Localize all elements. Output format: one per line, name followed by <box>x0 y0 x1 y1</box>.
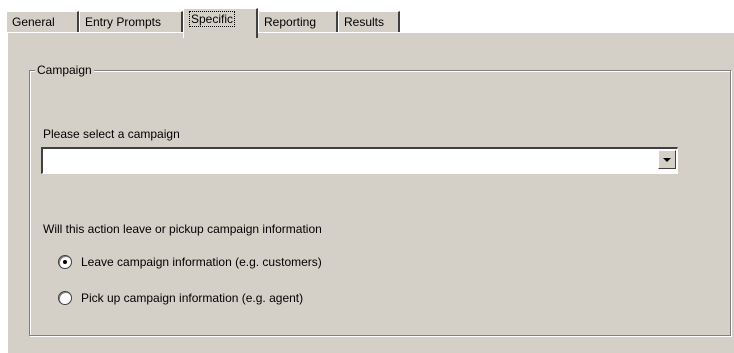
tab-specific[interactable]: Specific <box>183 8 258 38</box>
tab-page-specific: Campaign Please select a campaign Will t… <box>7 32 734 353</box>
tab-entry-prompts[interactable]: Entry Prompts <box>79 11 183 33</box>
radio-pickup-campaign-label[interactable]: Pick up campaign information (e.g. agent… <box>81 291 303 305</box>
campaign-dropdown-button[interactable] <box>658 150 676 169</box>
radio-pickup-campaign-button[interactable] <box>58 291 72 305</box>
tab-specific-label: Specific <box>189 11 236 27</box>
radio-leave-campaign[interactable]: Leave campaign information (e.g. custome… <box>58 253 322 271</box>
radio-leave-campaign-label[interactable]: Leave campaign information (e.g. custome… <box>81 255 322 269</box>
campaign-group-title: Campaign <box>35 63 94 77</box>
tab-general-label: General <box>12 15 55 29</box>
campaign-action-question: Will this action leave or pickup campaig… <box>43 222 322 236</box>
tab-reporting[interactable]: Reporting <box>258 11 338 33</box>
campaign-select[interactable] <box>41 147 678 174</box>
tab-general[interactable]: General <box>6 11 79 33</box>
radio-leave-campaign-button[interactable] <box>58 255 72 269</box>
radio-pickup-campaign[interactable]: Pick up campaign information (e.g. agent… <box>58 289 303 307</box>
tab-results-label: Results <box>344 15 385 29</box>
tab-results[interactable]: Results <box>338 11 400 33</box>
campaign-select-label: Please select a campaign <box>43 127 180 141</box>
chevron-down-icon <box>663 157 671 162</box>
tab-entry-prompts-label: Entry Prompts <box>85 15 162 29</box>
tab-reporting-label: Reporting <box>264 15 317 29</box>
